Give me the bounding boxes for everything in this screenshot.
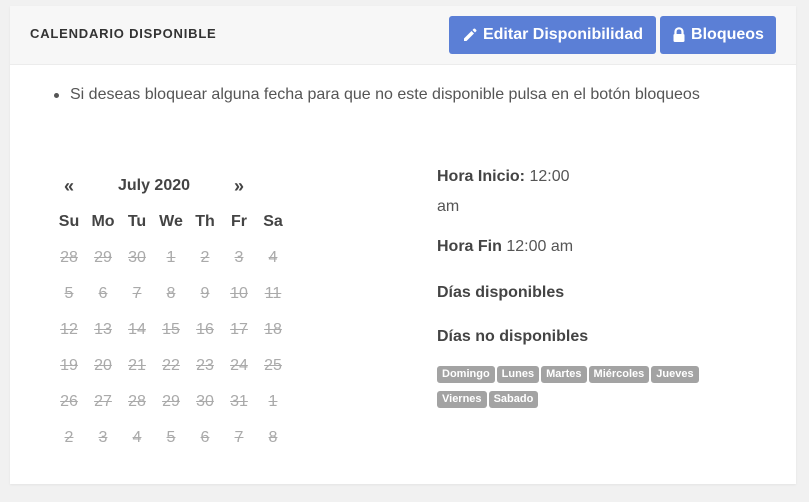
weekday-row: Su Mo Tu We Th Fr Sa [52,204,290,240]
calendar-day-disabled: 8 [268,429,278,446]
unavailable-day-badge: Martes [541,366,587,383]
calendar-day-disabled: 27 [94,393,112,410]
calendar-day-disabled: 2 [200,249,210,266]
calendar-day-disabled: 5 [166,429,176,446]
weekday-header: Sa [263,213,283,230]
edit-availability-label: Editar Disponibilidad [482,26,643,43]
unavailable-days-badges: Domingo Lunes Martes Miércoles Jueves Viernes… [437,364,737,414]
calendar-day-disabled: 31 [230,393,248,410]
card-header: CALENDARIO DISPONIBLE Editar Disponibili… [10,6,796,65]
calendar-day-disabled: 20 [94,357,112,374]
calendar-week-row: 26 27 28 29 30 31 1 [52,384,290,420]
end-time: Hora Fin 12:00 am [437,238,573,256]
start-time: Hora Inicio: 12:00 [437,168,570,186]
card-title: CALENDARIO DISPONIBLE [30,26,217,41]
calendar-day-disabled: 17 [230,321,248,338]
calendar-day-disabled: 29 [94,249,112,266]
calendar-day-disabled: 3 [234,249,244,266]
unavailable-day-badge: Viernes [437,391,487,408]
weekday-header: Tu [127,213,147,230]
calendar-day-disabled: 6 [98,285,108,302]
instructions-list: Si deseas bloquear alguna fecha para que… [54,86,700,104]
end-time-value: 12:00 am [506,238,574,255]
start-time-label: Hora Inicio: [437,168,526,185]
calendar-day-disabled: 13 [94,321,112,338]
calendar-day-disabled: 30 [128,249,146,266]
lock-icon [672,27,686,43]
calendar-day-disabled: 28 [60,249,78,266]
calendar-day-disabled: 6 [200,429,210,446]
calendar-day-disabled: 4 [132,429,142,446]
month-title[interactable]: July 2020 [86,177,222,195]
calendar-day-disabled: 22 [162,357,180,374]
calendar-week-row: 19 20 21 22 23 24 25 [52,348,290,384]
unavailable-day-badge: Sabado [488,391,539,408]
end-time-label: Hora Fin [437,238,502,255]
weekday-header: Th [195,213,215,230]
calendar-days: 28 29 30 1 2 3 4 5 6 7 8 9 10 11 12 13 14 15 16 17 18 19 20 21 2… [52,240,290,456]
calendar-day-disabled: 18 [264,321,282,338]
availability-card: CALENDARIO DISPONIBLE Editar Disponibili… [10,6,796,484]
calendar-day-disabled: 23 [196,357,214,374]
instruction-item: Si deseas bloquear alguna fecha para que… [54,86,700,103]
weekday-header: Mo [91,213,115,230]
pencil-icon [462,27,478,43]
weekday-header: We [159,213,183,230]
calendar-day-disabled: 12 [60,321,78,338]
calendar-week-row: 5 6 7 8 9 10 11 [52,276,290,312]
unavailable-day-badge: Miércoles [588,366,650,383]
calendar-day-disabled: 10 [230,285,248,302]
start-time-cont: am [437,198,460,215]
calendar-day-disabled: 26 [60,393,78,410]
calendar-header: « July 2020 » [52,168,290,204]
calendar-week-row: 2 3 4 5 6 7 8 [52,420,290,456]
calendar-day-disabled: 29 [162,393,180,410]
calendar-day-disabled: 28 [128,393,146,410]
calendar-week-row: 12 13 14 15 16 17 18 [52,312,290,348]
next-month-button[interactable]: » [222,176,256,197]
calendar-day-disabled: 24 [230,357,248,374]
calendar-day-disabled: 4 [268,249,278,266]
start-time-value: 12:00 [529,168,570,185]
edit-availability-button[interactable]: Editar Disponibilidad [449,16,656,54]
weekday-header: Fr [231,213,247,230]
calendar-day-disabled: 7 [234,429,244,446]
calendar-day-disabled: 14 [128,321,146,338]
calendar-day-disabled: 21 [128,357,146,374]
available-days-label: Días disponibles [437,284,565,301]
prev-month-button[interactable]: « [52,176,86,197]
calendar-day-disabled: 1 [166,249,176,266]
blocks-label: Bloqueos [691,26,764,43]
calendar-day-disabled: 9 [200,285,210,302]
blocks-button[interactable]: Bloqueos [660,16,776,54]
calendar-day-disabled: 5 [64,285,74,302]
calendar-day-disabled: 3 [98,429,108,446]
calendar-day-disabled: 11 [264,285,282,302]
weekday-header: Su [58,213,80,230]
calendar-day-disabled: 1 [268,393,278,410]
calendar-day-disabled: 15 [162,321,180,338]
calendar-day-disabled: 8 [166,285,176,302]
unavailable-days-label: Días no disponibles [437,328,589,345]
calendar-day-disabled: 30 [196,393,214,410]
unavailable-day-badge: Domingo [437,366,495,383]
calendar-day-disabled: 7 [132,285,142,302]
calendar-day-disabled: 16 [196,321,214,338]
calendar-day-disabled: 19 [60,357,78,374]
calendar-week-row: 28 29 30 1 2 3 4 [52,240,290,276]
calendar: « July 2020 » Su Mo Tu We Th Fr Sa 28 29 30 1 2 3 4 5… [52,168,290,456]
unavailable-day-badge: Lunes [496,366,540,383]
calendar-day-disabled: 25 [264,357,282,374]
calendar-day-disabled: 2 [64,429,74,446]
unavailable-day-badge: Jueves [651,366,699,383]
